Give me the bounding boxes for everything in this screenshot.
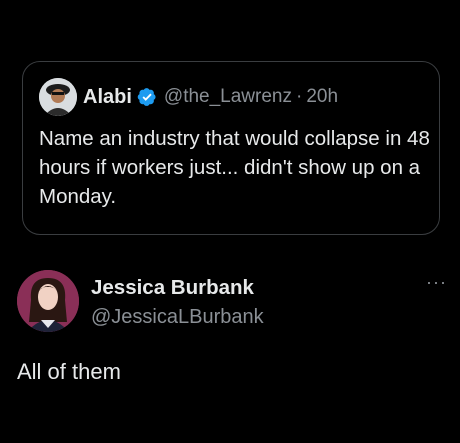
- quoted-author-name[interactable]: Alabi: [83, 86, 132, 109]
- post-timestamp[interactable]: 20h: [306, 86, 338, 108]
- reply-author-handle[interactable]: @JessicaLBurbank: [91, 303, 264, 331]
- quoted-post-card[interactable]: Alabi @the_Lawrenz · 20h Name an industr…: [22, 61, 440, 235]
- separator-dot: ·: [296, 86, 303, 107]
- more-options-icon[interactable]: ···: [426, 272, 447, 293]
- quoted-post-header: Alabi @the_Lawrenz · 20h: [39, 78, 423, 116]
- quoted-post-text: Name an industry that would collapse in …: [39, 127, 430, 208]
- reply-author-name[interactable]: Jessica Burbank: [91, 275, 264, 301]
- avatar[interactable]: [39, 78, 77, 116]
- reply-text: All of them: [17, 359, 121, 384]
- avatar-image: [17, 270, 79, 332]
- avatar[interactable]: [17, 270, 79, 332]
- reply-header: Jessica Burbank @JessicaLBurbank ···: [17, 270, 447, 332]
- verified-badge-icon: [137, 88, 156, 106]
- avatar-image: [39, 78, 77, 116]
- quoted-author-handle[interactable]: @the_Lawrenz: [164, 86, 292, 108]
